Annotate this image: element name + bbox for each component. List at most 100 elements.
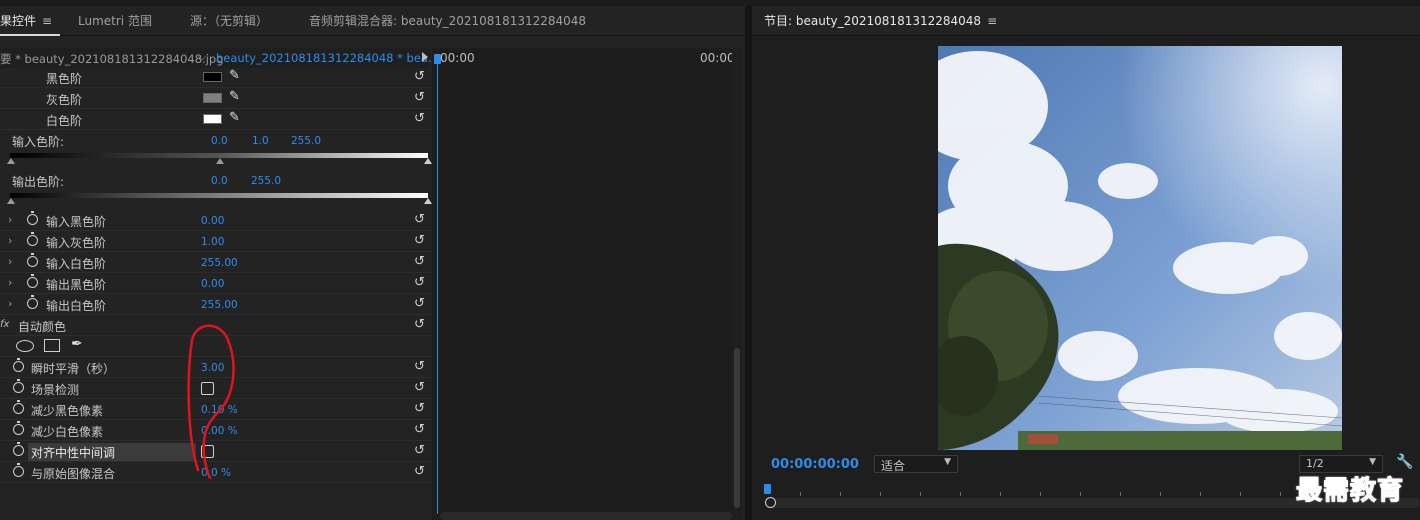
- stopwatch-icon[interactable]: [27, 253, 38, 267]
- reset-icon[interactable]: ↺: [414, 443, 425, 458]
- reset-icon[interactable]: ↺: [414, 359, 425, 374]
- master-clip-selector[interactable]: 要 * beauty_202108181312284048.jpg: [0, 51, 224, 67]
- reset-icon[interactable]: ↺: [414, 254, 425, 269]
- reset-icon[interactable]: ↺: [414, 233, 425, 248]
- input-levels-black[interactable]: 0.0: [211, 135, 228, 147]
- tab-lumetri-scopes-label: Lumetri 范围: [78, 14, 152, 28]
- stopwatch-icon[interactable]: [27, 295, 38, 309]
- reset-icon[interactable]: ↺: [414, 111, 425, 126]
- eyedropper-icon[interactable]: ✎: [229, 110, 240, 125]
- reset-icon[interactable]: ↺: [414, 212, 425, 227]
- program-video-frame[interactable]: [938, 46, 1342, 450]
- timeline-start-timecode: 00:00: [440, 51, 475, 65]
- output-levels-black[interactable]: 0.0: [211, 175, 228, 187]
- scrollbar-thumb[interactable]: [734, 348, 740, 508]
- zoom-level-select[interactable]: 适合 ▼: [874, 455, 958, 473]
- param-label: 输入黑色阶: [46, 215, 107, 229]
- input-levels-white[interactable]: 255.0: [291, 135, 321, 147]
- ruler-tick: [1280, 492, 1281, 496]
- chevron-right-icon[interactable]: ›: [8, 213, 12, 226]
- param-label: 输出黑色阶: [46, 278, 107, 292]
- program-panel-menu-icon[interactable]: ≡: [987, 14, 997, 28]
- input-gray-slider-handle[interactable]: [216, 158, 224, 164]
- reset-icon[interactable]: ↺: [414, 90, 425, 105]
- chevron-right-icon[interactable]: ›: [8, 255, 12, 268]
- reset-icon[interactable]: ↺: [414, 317, 425, 332]
- reset-icon[interactable]: ↺: [414, 275, 425, 290]
- tab-program-monitor[interactable]: 节目: beauty_202108181312284048 ≡: [764, 12, 997, 29]
- stopwatch-icon[interactable]: [13, 358, 24, 372]
- ellipse-mask-icon[interactable]: [16, 340, 34, 352]
- fx-badge[interactable]: fx: [0, 319, 9, 330]
- white-level-swatch[interactable]: [203, 114, 222, 124]
- rectangle-mask-icon[interactable]: [44, 339, 60, 352]
- tab-effect-controls-label: 果控件: [0, 14, 37, 28]
- param-value[interactable]: 0.00: [201, 278, 224, 290]
- black-level-swatch[interactable]: [203, 72, 222, 82]
- param-label: 对齐中性中间调: [31, 446, 116, 460]
- level-param-row: › 输入白色阶 255.00 ↺: [0, 252, 432, 273]
- eyedropper-icon[interactable]: ✎: [229, 89, 240, 104]
- settings-wrench-icon[interactable]: 🔧: [1396, 454, 1413, 470]
- level-param-row: › 输出白色阶 255.00 ↺: [0, 294, 432, 315]
- param-label: 减少白色像素: [31, 425, 104, 439]
- reset-icon[interactable]: ↺: [414, 464, 425, 479]
- output-levels-white[interactable]: 255.0: [251, 175, 281, 187]
- timeline-playhead-handle[interactable]: [434, 54, 441, 64]
- output-black-slider-handle[interactable]: [7, 198, 15, 204]
- reset-icon[interactable]: ↺: [414, 296, 425, 311]
- stopwatch-icon[interactable]: [13, 379, 24, 393]
- param-value[interactable]: 255.00: [201, 299, 238, 311]
- play-icon[interactable]: [422, 52, 428, 62]
- pen-mask-icon[interactable]: ✒: [71, 336, 83, 352]
- left-panel-tab-bar: 果控件 ≡ Lumetri 范围 源：（无剪辑） 音频剪辑混合器: beauty_…: [0, 6, 745, 36]
- sequence-clip-selector[interactable]: beauty_202108181312284048 * bea...: [216, 51, 439, 65]
- tab-lumetri-scopes[interactable]: Lumetri 范围: [78, 12, 152, 29]
- tab-effect-controls[interactable]: 果控件 ≡: [0, 12, 52, 29]
- gray-level-row: 灰色阶 ✎ ↺: [0, 88, 432, 109]
- input-levels-gamma[interactable]: 1.0: [252, 135, 269, 147]
- scrollbar-handle[interactable]: [765, 497, 776, 508]
- input-black-slider-handle[interactable]: [7, 158, 15, 164]
- gray-level-swatch[interactable]: [203, 93, 222, 103]
- tab-source-label: 源：（无剪辑）: [190, 14, 269, 28]
- chevron-right-icon[interactable]: ›: [8, 297, 12, 310]
- horizontal-scrollbar[interactable]: [440, 512, 732, 520]
- stopwatch-icon[interactable]: [27, 232, 38, 246]
- stopwatch-icon[interactable]: [13, 421, 24, 435]
- eyedropper-icon[interactable]: ✎: [229, 68, 240, 83]
- black-level-label: 黑色阶: [46, 72, 83, 86]
- vertical-scrollbar[interactable]: [732, 48, 742, 520]
- effect-controls-timeline[interactable]: 00:00 00:00: [432, 48, 735, 520]
- param-value[interactable]: 1.00: [201, 236, 224, 248]
- stopwatch-icon[interactable]: [27, 274, 38, 288]
- ruler-tick: [960, 492, 961, 496]
- gray-level-label: 灰色阶: [46, 93, 83, 107]
- stopwatch-icon[interactable]: [27, 211, 38, 225]
- program-playhead[interactable]: [764, 484, 771, 494]
- reset-icon[interactable]: ↺: [414, 422, 425, 437]
- chevron-right-icon[interactable]: ›: [8, 276, 12, 289]
- stopwatch-icon[interactable]: [13, 463, 24, 477]
- chevron-right-icon[interactable]: ›: [8, 234, 12, 247]
- stopwatch-icon[interactable]: [13, 400, 24, 414]
- reset-icon[interactable]: ↺: [414, 380, 425, 395]
- output-levels-label: 输出色阶:: [12, 175, 65, 189]
- playback-resolution-value: 1/2: [1306, 457, 1324, 470]
- output-white-slider-handle[interactable]: [424, 198, 432, 204]
- chevron-down-icon[interactable]: ⌵: [198, 50, 206, 64]
- reset-icon[interactable]: ↺: [414, 69, 425, 84]
- stopwatch-icon[interactable]: [13, 442, 24, 456]
- tab-audio-clip-mixer[interactable]: 音频剪辑混合器: beauty_202108181312284048: [309, 12, 586, 29]
- tab-audio-clip-mixer-label: 音频剪辑混合器: beauty_202108181312284048: [309, 14, 587, 28]
- panel-divider[interactable]: [745, 6, 752, 520]
- param-value[interactable]: 255.00: [201, 257, 238, 269]
- param-value[interactable]: 0.00: [201, 215, 224, 227]
- ruler-tick: [800, 492, 801, 496]
- reset-icon[interactable]: ↺: [414, 401, 425, 416]
- program-timecode[interactable]: 00:00:00:00: [771, 457, 859, 472]
- input-white-slider-handle[interactable]: [424, 158, 432, 164]
- panel-menu-icon[interactable]: ≡: [42, 14, 52, 28]
- timeline-playhead-line[interactable]: [437, 54, 438, 514]
- tab-source[interactable]: 源：（无剪辑）: [190, 12, 268, 29]
